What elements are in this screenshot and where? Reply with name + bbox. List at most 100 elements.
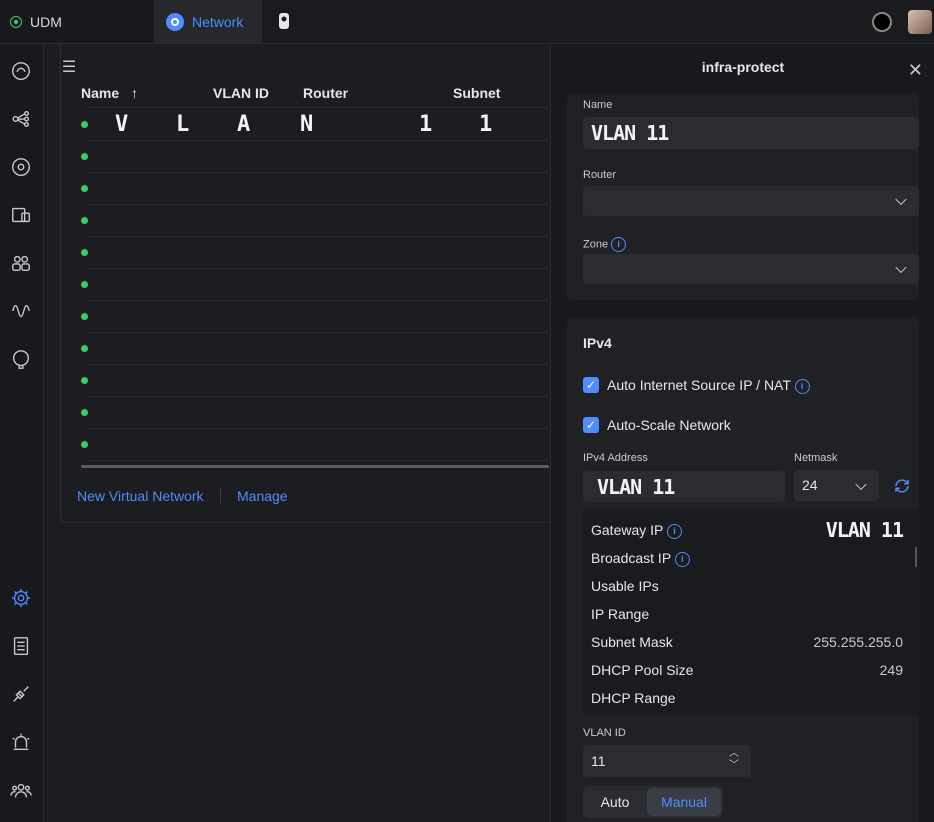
row-name-char: 1 bbox=[419, 112, 433, 137]
alarm-icon[interactable] bbox=[9, 730, 33, 754]
row-name-char: 1 bbox=[479, 112, 493, 137]
row-status-dot bbox=[81, 377, 88, 384]
info-icon[interactable]: i bbox=[674, 551, 690, 567]
auto-scale-checkbox[interactable]: ✓ bbox=[583, 417, 599, 433]
insights-icon[interactable] bbox=[9, 299, 33, 323]
networks-card bbox=[60, 44, 582, 523]
info-icon[interactable]: i bbox=[794, 378, 810, 394]
sort-ascending-icon: ↑ bbox=[131, 85, 139, 101]
row-divider bbox=[86, 236, 548, 237]
manage-link[interactable]: Manage bbox=[237, 488, 288, 504]
chevron-down-icon bbox=[895, 193, 907, 206]
col-subnet-header[interactable]: Subnet bbox=[453, 85, 500, 101]
panel-title: infra-protect bbox=[701, 59, 785, 75]
general-section: Name VLAN 11 Router Zone i bbox=[567, 94, 919, 300]
zone-select[interactable] bbox=[583, 254, 919, 284]
zone-label: Zone i bbox=[583, 237, 627, 252]
tab-protect[interactable] bbox=[268, 0, 300, 43]
row-status-dot bbox=[81, 313, 88, 320]
row-divider bbox=[86, 332, 548, 333]
chevron-down-icon bbox=[855, 478, 867, 490]
sidebar bbox=[0, 44, 44, 822]
row-divider bbox=[86, 428, 548, 429]
auto-nat-label: Auto Internet Source IP / NAT i bbox=[607, 377, 810, 394]
row-name-char: A bbox=[237, 112, 251, 137]
router-select[interactable] bbox=[583, 186, 919, 216]
dhcp-pool-size-value: 249 bbox=[879, 662, 903, 678]
row-status-dot bbox=[81, 185, 88, 192]
row-divider bbox=[86, 140, 548, 141]
vlan-id-label: VLAN ID bbox=[583, 727, 626, 739]
tab-network[interactable]: Network bbox=[154, 0, 262, 43]
row-status-dot bbox=[81, 249, 88, 256]
users-icon[interactable] bbox=[9, 778, 33, 802]
device-status-icon bbox=[10, 15, 22, 28]
row-status-dot bbox=[81, 121, 88, 128]
integrations-icon[interactable] bbox=[9, 682, 33, 706]
gateway-ip-value: VLAN 11 bbox=[825, 518, 904, 542]
netmask-select[interactable]: 24 bbox=[794, 470, 879, 501]
logs-icon[interactable] bbox=[9, 634, 33, 658]
refresh-icon[interactable] bbox=[893, 477, 911, 498]
name-label: Name bbox=[583, 99, 613, 111]
row-divider bbox=[86, 204, 548, 205]
ipv4-address-value: VLAN 11 bbox=[597, 475, 675, 499]
row-divider bbox=[86, 172, 548, 173]
network-app-icon bbox=[166, 12, 184, 31]
avatar[interactable] bbox=[908, 9, 932, 34]
info-icon[interactable]: i bbox=[611, 237, 627, 252]
network-settings-panel: infra-protect ✕ Name VLAN 11 Router Zone… bbox=[550, 44, 934, 822]
tab-udm[interactable]: UDM bbox=[0, 0, 152, 43]
top-bar: UDM Network bbox=[0, 0, 934, 44]
row-status-dot bbox=[81, 153, 88, 160]
theme-toggle-icon[interactable] bbox=[872, 11, 892, 32]
row-name-char: N bbox=[300, 112, 314, 137]
ipv4-address-field[interactable]: VLAN 11 bbox=[583, 471, 785, 502]
horizontal-scrollbar[interactable] bbox=[81, 465, 549, 468]
netmask-label: Netmask bbox=[794, 452, 838, 464]
router-label: Router bbox=[583, 169, 617, 181]
row-status-dot bbox=[81, 217, 88, 224]
auto-nat-checkbox[interactable]: ✓ bbox=[583, 377, 599, 393]
menu-toggle-icon[interactable]: ☰ bbox=[48, 44, 90, 90]
stepper-arrows-icon[interactable]: ︿ ﹀ bbox=[729, 748, 739, 772]
name-field[interactable]: VLAN 11 bbox=[583, 117, 919, 149]
usable-ips-row: Usable IPs bbox=[591, 578, 659, 594]
vlan-id-stepper[interactable]: 11 ︿ ﹀ bbox=[583, 745, 751, 777]
ipv4-title: IPv4 bbox=[583, 335, 612, 351]
settings-icon[interactable] bbox=[9, 586, 33, 610]
header-divider bbox=[86, 107, 548, 108]
col-router-header[interactable]: Router bbox=[303, 85, 348, 101]
row-divider bbox=[86, 300, 548, 301]
devices-icon[interactable] bbox=[9, 203, 33, 227]
row-status-dot bbox=[81, 281, 88, 288]
mode-auto-button[interactable]: Auto bbox=[585, 788, 645, 816]
dhcp-pool-size-row: DHCP Pool Size 249 bbox=[591, 662, 903, 678]
new-virtual-network-link[interactable]: New Virtual Network bbox=[77, 488, 204, 504]
info-icon[interactable]: i bbox=[667, 523, 683, 539]
col-vlan-header[interactable]: VLAN ID bbox=[213, 85, 269, 101]
mode-manual-button[interactable]: Manual bbox=[647, 788, 721, 816]
support-icon[interactable] bbox=[9, 347, 33, 371]
ip-range-row: IP Range bbox=[591, 606, 650, 622]
vlan-mode-toggle: Auto Manual bbox=[583, 786, 723, 818]
footer-divider bbox=[220, 487, 221, 503]
subnet-mask-value: 255.255.255.0 bbox=[813, 634, 903, 650]
row-divider bbox=[86, 460, 548, 461]
row-divider bbox=[86, 396, 548, 397]
netmask-value: 24 bbox=[802, 477, 818, 493]
topology-icon[interactable] bbox=[9, 107, 33, 131]
clients-icon[interactable] bbox=[9, 251, 33, 275]
tab-udm-label: UDM bbox=[30, 13, 62, 30]
gateway-ip-row: Gateway IP i VLAN 11 bbox=[591, 518, 904, 542]
row-divider bbox=[86, 268, 548, 269]
vlan-id-value: 11 bbox=[591, 753, 606, 769]
dashboard-icon[interactable] bbox=[9, 59, 33, 83]
col-name-header[interactable]: Name ↑ bbox=[81, 85, 138, 101]
wifi-icon[interactable] bbox=[9, 155, 33, 179]
row-status-dot bbox=[81, 441, 88, 448]
info-scrollbar[interactable] bbox=[915, 547, 917, 567]
close-icon[interactable]: ✕ bbox=[908, 60, 923, 81]
name-value: VLAN 11 bbox=[591, 121, 669, 145]
camera-icon bbox=[279, 12, 289, 29]
